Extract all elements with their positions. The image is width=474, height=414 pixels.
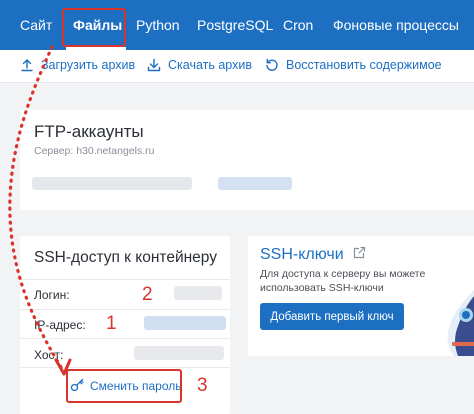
restore-content-label: Восстановить содержимое: [286, 58, 442, 72]
add-first-key-button[interactable]: Добавить первый ключ: [260, 303, 404, 330]
download-archive-button[interactable]: Скачать архив: [147, 50, 252, 80]
ssh-access-card: SSH-доступ к контейнеру Логин: IP-адрес:…: [20, 236, 230, 414]
upload-archive-button[interactable]: Загрузить архив: [20, 50, 135, 80]
login-label: Логин:: [34, 288, 70, 302]
ftp-account-redacted: [32, 177, 192, 190]
change-password-label: Сменить пароль: [90, 379, 182, 393]
ssh-keys-title: SSH-ключи: [260, 246, 344, 263]
tab-files[interactable]: Файлы: [73, 0, 122, 50]
external-link-icon: [353, 246, 366, 264]
top-nav: Сайт Файлы Python PostgreSQL Cron Фоновы…: [0, 0, 474, 50]
ftp-accounts-card: FTP-аккаунты Сервер: h30.netangels.ru: [20, 110, 474, 210]
divider: [20, 367, 230, 368]
divider: [20, 309, 230, 310]
restore-content-button[interactable]: Восстановить содержимое: [265, 50, 442, 80]
host-value-redacted: [134, 346, 224, 360]
action-toolbar: Загрузить архив Скачать архив Восстанови…: [0, 50, 474, 83]
key-icon: [70, 378, 84, 395]
host-label: Хост:: [34, 348, 64, 362]
ftp-server: Сервер: h30.netangels.ru: [34, 145, 155, 157]
ssh-keys-card: SSH-ключи Для доступа к серверу вы может…: [248, 236, 474, 356]
divider: [20, 338, 230, 339]
ssh-keys-illustration: [446, 288, 474, 356]
ssh-title: SSH-доступ к контейнеру: [34, 249, 217, 266]
download-archive-label: Скачать архив: [168, 58, 252, 72]
login-value-redacted: [174, 286, 222, 300]
upload-icon: [20, 58, 34, 72]
tab-cron[interactable]: Cron: [283, 0, 313, 50]
ftp-title: FTP-аккаунты: [34, 122, 144, 141]
tab-python[interactable]: Python: [136, 0, 180, 50]
tab-postgresql[interactable]: PostgreSQL: [197, 0, 273, 50]
download-icon: [147, 58, 161, 72]
ssh-keys-link[interactable]: SSH-ключи: [260, 246, 366, 264]
ip-value-redacted: [144, 316, 226, 330]
change-password-link[interactable]: Сменить пароль: [70, 373, 182, 399]
ip-label: IP-адрес:: [34, 318, 86, 332]
ssh-keys-description: Для доступа к серверу вы можете использо…: [260, 268, 426, 294]
ftp-password-redacted: [218, 177, 292, 190]
tab-background-processes[interactable]: Фоновые процессы: [333, 0, 459, 50]
divider: [20, 279, 230, 280]
restore-icon: [265, 58, 279, 72]
upload-archive-label: Загрузить архив: [41, 58, 136, 72]
tab-site[interactable]: Сайт: [20, 0, 52, 50]
